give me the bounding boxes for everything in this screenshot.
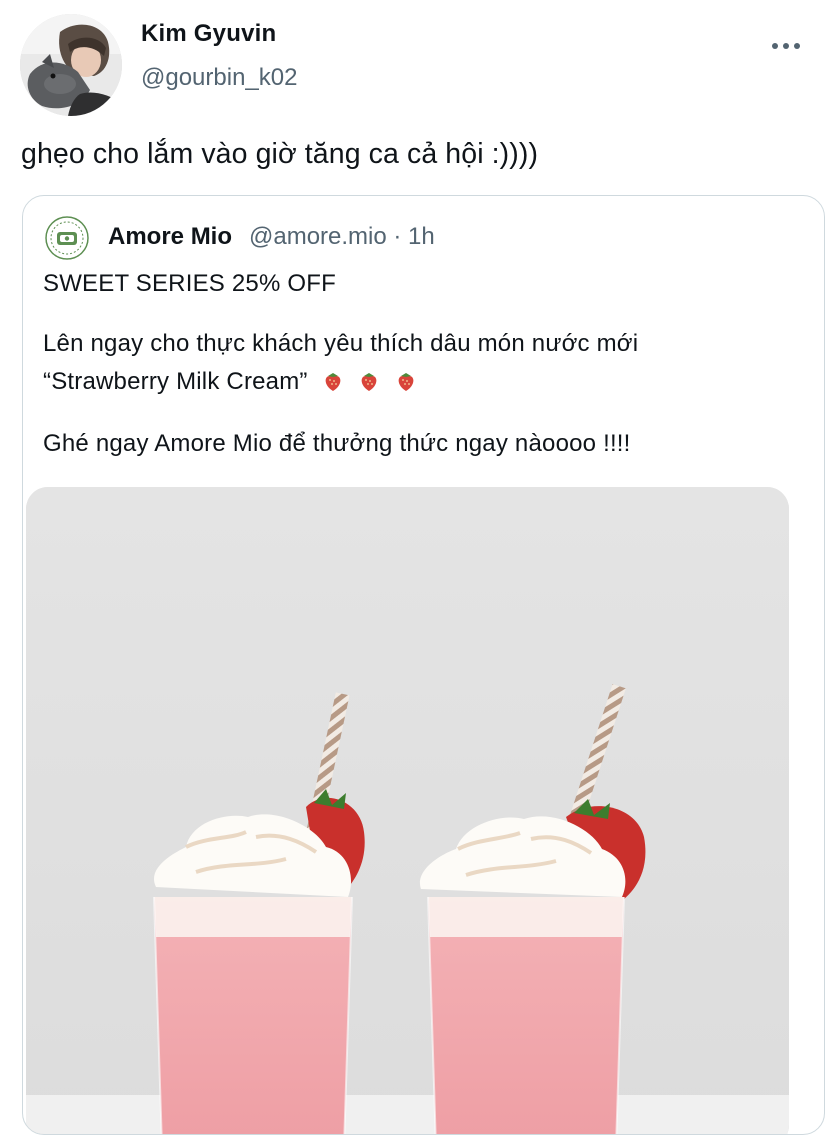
author-avatar[interactable] (20, 14, 122, 116)
more-options-button[interactable] (768, 28, 804, 64)
quoted-display-name[interactable]: Amore Mio (108, 223, 232, 251)
quoted-handle-time[interactable]: @amore.mio · 1h (249, 223, 435, 251)
strawberry-emoji-icon (362, 373, 377, 391)
quoted-line-product: “Strawberry Milk Cream” (43, 363, 418, 401)
amore-mio-logo-icon (45, 216, 89, 260)
tweet-text: ghẹo cho lắm vào giờ tăng ca cả hội :)))… (21, 138, 539, 170)
strawberry-milkshake-photo (26, 487, 789, 1134)
quoted-line-cta: Ghé ngay Amore Mio để thưởng thức ngay n… (43, 430, 631, 457)
quoted-line-intro: Lên ngay cho thực khách yêu thích dâu mó… (43, 330, 639, 357)
more-icon (772, 43, 800, 49)
quoted-product-name: “Strawberry Milk Cream” (43, 368, 308, 395)
author-display-name[interactable]: Kim Gyuvin (141, 20, 276, 48)
quoted-media-photo[interactable] (26, 487, 789, 1134)
strawberry-emoji-icon (325, 373, 340, 391)
avatar-photo (20, 14, 122, 116)
author-handle[interactable]: @gourbin_k02 (141, 64, 297, 92)
quoted-avatar[interactable] (45, 216, 89, 260)
quoted-tweet[interactable]: Amore Mio @amore.mio · 1h SWEET SERIES 2… (22, 195, 825, 1135)
quoted-line-promo: SWEET SERIES 25% OFF (43, 270, 336, 297)
strawberry-emoji-icon (398, 373, 414, 391)
